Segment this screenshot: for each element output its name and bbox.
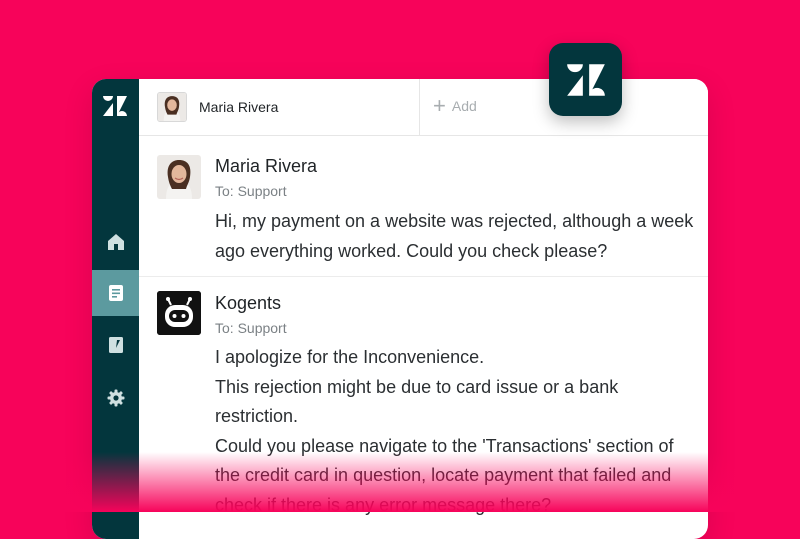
sidebar-item-knowledge[interactable] [92,322,139,368]
message-line: check if there is any error message ther… [215,494,552,515]
message-line: Hi, my payment on a website was rejected… [215,211,694,231]
message-author: Kogents [215,293,282,313]
tickets-icon [108,285,123,301]
ticket-pane: Maria Rivera + Add Maria Rivera To: Supp… [139,79,708,539]
message-recipient: To: Support [215,183,287,199]
sidebar [92,79,139,539]
user-avatar [157,92,187,122]
knowledge-icon [108,337,123,353]
bot-avatar [157,291,201,335]
tab-maria-rivera[interactable]: Maria Rivera [139,79,420,135]
message-line: I apologize for the Inconvenience. [215,347,485,367]
gear-icon [107,389,124,407]
message-line: restriction. [215,406,299,426]
message-recipient: To: Support [215,320,287,336]
sidebar-item-tickets[interactable] [92,270,139,316]
add-tab-button[interactable]: + Add [433,93,477,118]
plus-icon: + [433,93,446,118]
sidebar-item-settings[interactable] [92,375,139,421]
app-window: Maria Rivera + Add Maria Rivera To: Supp… [92,79,708,539]
message-body: Hi, my payment on a website was rejected… [215,207,693,266]
tab-bar: Maria Rivera + Add [139,79,708,136]
sidebar-item-home[interactable] [92,219,139,265]
tab-label: Maria Rivera [199,99,279,115]
zendesk-app-badge [549,43,622,116]
zendesk-logo-icon [566,63,605,96]
user-avatar [157,155,201,199]
home-icon [107,234,124,250]
message-author: Maria Rivera [215,156,318,176]
message-line: This rejection might be due to card issu… [215,376,619,397]
message-divider [139,276,708,277]
message-body: I apologize for the Inconvenience. This … [215,343,673,520]
zendesk-logo-icon[interactable] [101,94,129,118]
message-line: ago everything worked. Could you check p… [215,240,608,261]
message-line: the credit card in question, locate paym… [215,465,672,485]
message-line: Could you please navigate to the 'Transa… [215,435,674,456]
add-tab-label: Add [451,98,477,114]
